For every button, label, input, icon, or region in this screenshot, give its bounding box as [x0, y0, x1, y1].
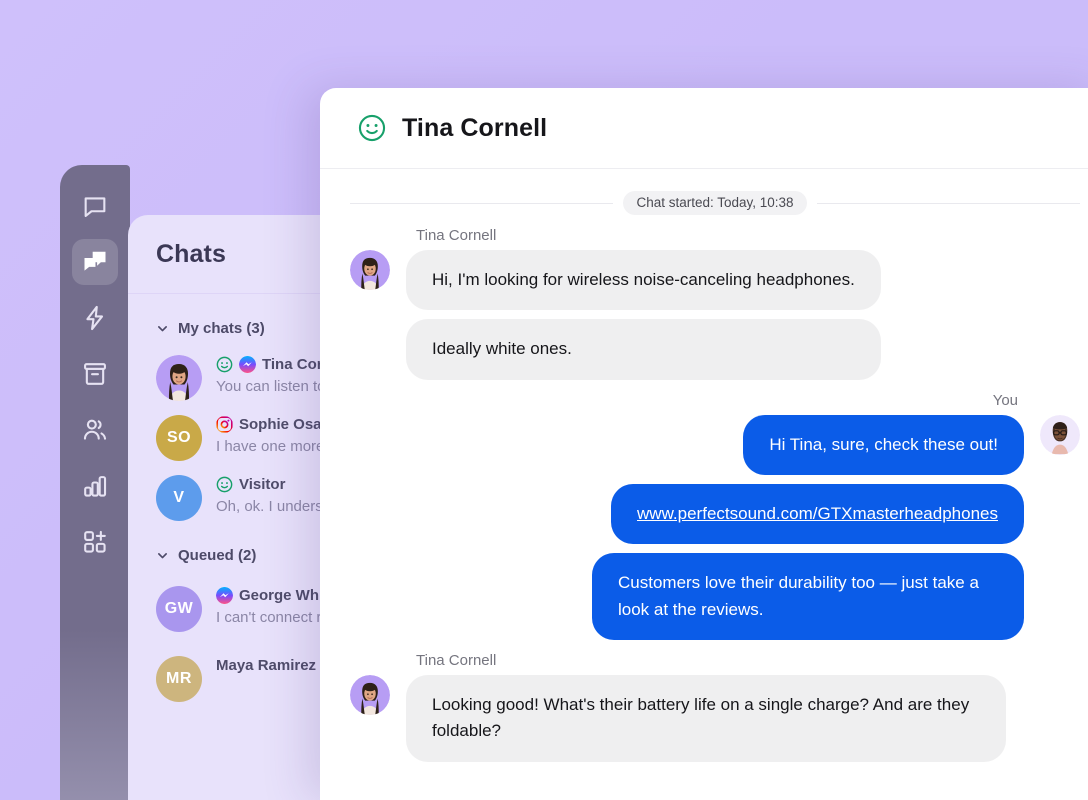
message-sender: You	[992, 391, 1018, 409]
avatar-initials: MR	[166, 670, 192, 687]
apps-add-icon	[84, 530, 106, 553]
message-stack: Looking good! What's their battery life …	[406, 675, 1006, 762]
sidebar-item-team[interactable]	[72, 407, 118, 453]
avatar-photo-tina	[156, 355, 202, 401]
sidebar-item-reports[interactable]	[72, 463, 118, 509]
smiley-status-icon	[216, 476, 233, 493]
message-bubble[interactable]: Ideally white ones.	[406, 319, 881, 380]
message-sender: Tina Cornell	[416, 227, 497, 244]
avatar-initials: V	[173, 489, 185, 506]
sidebar-item-chats[interactable]	[72, 239, 118, 285]
list-item-name: Maya Ramirez	[216, 657, 317, 674]
avatar-photo-tina	[350, 675, 390, 716]
message-line: Hi Tina, sure, check these out! www.perf…	[350, 414, 1080, 641]
chat-bubble-icon	[84, 197, 106, 217]
message-thread: Tina Cornell	[320, 652, 1088, 762]
list-item-body: Visitor Oh, ok. I underst	[216, 475, 327, 515]
smiley-icon	[358, 114, 386, 142]
list-item-body: Maya Ramirez	[216, 656, 316, 674]
message-line: Looking good! What's their battery life …	[350, 675, 1080, 762]
avatar: MR	[156, 656, 202, 702]
avatar: GW	[156, 586, 202, 632]
avatar	[350, 675, 390, 716]
chat-group-label: My chats (3)	[178, 320, 265, 337]
messenger-channel-icon	[216, 587, 233, 604]
message-bubble[interactable]: Customers love their durability too — ju…	[592, 553, 1024, 641]
sidebar-item-archives[interactable]	[72, 351, 118, 397]
list-item-top: George White	[216, 587, 337, 604]
message-bubble[interactable]: Hi Tina, sure, check these out!	[743, 414, 1024, 476]
chat-title: Tina Cornell	[402, 113, 548, 142]
avatar	[350, 250, 390, 290]
sidebar-item-automation[interactable]	[72, 295, 118, 341]
smiley-status-icon	[216, 356, 233, 373]
avatar: V	[156, 475, 202, 521]
bar-chart-icon	[84, 476, 107, 497]
avatar-photo-agent	[1040, 414, 1080, 455]
list-item-top: Maya Ramirez	[216, 657, 316, 674]
message-thread: Tina Cornell	[320, 227, 1088, 380]
list-item-preview: I can't connect r	[216, 609, 322, 626]
instagram-channel-icon	[216, 416, 233, 433]
message-line: Hi, I'm looking for wireless noise-cance…	[350, 250, 1080, 380]
chevron-down-icon	[158, 326, 167, 332]
chevron-down-icon	[158, 553, 167, 559]
chats-icon	[84, 251, 106, 271]
avatar	[1040, 414, 1080, 455]
message-stack: Hi, I'm looking for wireless noise-cance…	[406, 250, 881, 380]
product-link[interactable]: www.perfectsound.com/GTXmasterheadphones	[637, 504, 998, 523]
chat-transcript: Chat started: Today, 10:38 Tina Cornell	[320, 169, 1088, 800]
lightning-icon	[86, 305, 104, 331]
avatar-initials: SO	[166, 429, 192, 446]
message-bubble-link[interactable]: www.perfectsound.com/GTXmasterheadphones	[611, 484, 1024, 545]
sidebar-item-logo[interactable]	[72, 183, 118, 229]
list-item-name: Visitor	[239, 476, 286, 493]
message-bubble[interactable]: Hi, I'm looking for wireless noise-cance…	[406, 250, 881, 311]
avatar-initials: GW	[164, 600, 194, 617]
message-bubble[interactable]: Looking good! What's their battery life …	[406, 675, 1006, 762]
page-title: Chats	[156, 239, 226, 268]
message-thread: You Hi Tina, sure, check these out! www.…	[320, 391, 1088, 641]
sidebar-item-apps[interactable]	[72, 519, 118, 565]
message-sender: Tina Cornell	[416, 652, 497, 670]
divider-line-right	[816, 202, 1081, 204]
chat-group-label: Queued (2)	[178, 547, 257, 564]
chat-started-label: Chat started: Today, 10:38	[623, 191, 807, 215]
list-item-top: Visitor	[216, 476, 327, 493]
people-icon	[83, 419, 107, 440]
message-stack: Hi Tina, sure, check these out! www.perf…	[592, 414, 1024, 641]
chat-header: Tina Cornell	[320, 88, 1088, 169]
messenger-channel-icon	[239, 356, 256, 373]
chat-window: Tina Cornell Chat started: Today, 10:38 …	[320, 88, 1088, 800]
divider-line-left	[350, 202, 614, 204]
list-item-body: George White I can't connect r	[216, 586, 337, 626]
chat-started-divider: Chat started: Today, 10:38	[320, 169, 1088, 215]
avatar: SO	[156, 415, 202, 461]
sidebar-rail	[60, 165, 130, 800]
list-item-preview: Oh, ok. I underst	[216, 498, 327, 515]
archive-icon	[84, 363, 106, 385]
avatar	[156, 355, 202, 401]
avatar-photo-tina	[350, 250, 390, 290]
